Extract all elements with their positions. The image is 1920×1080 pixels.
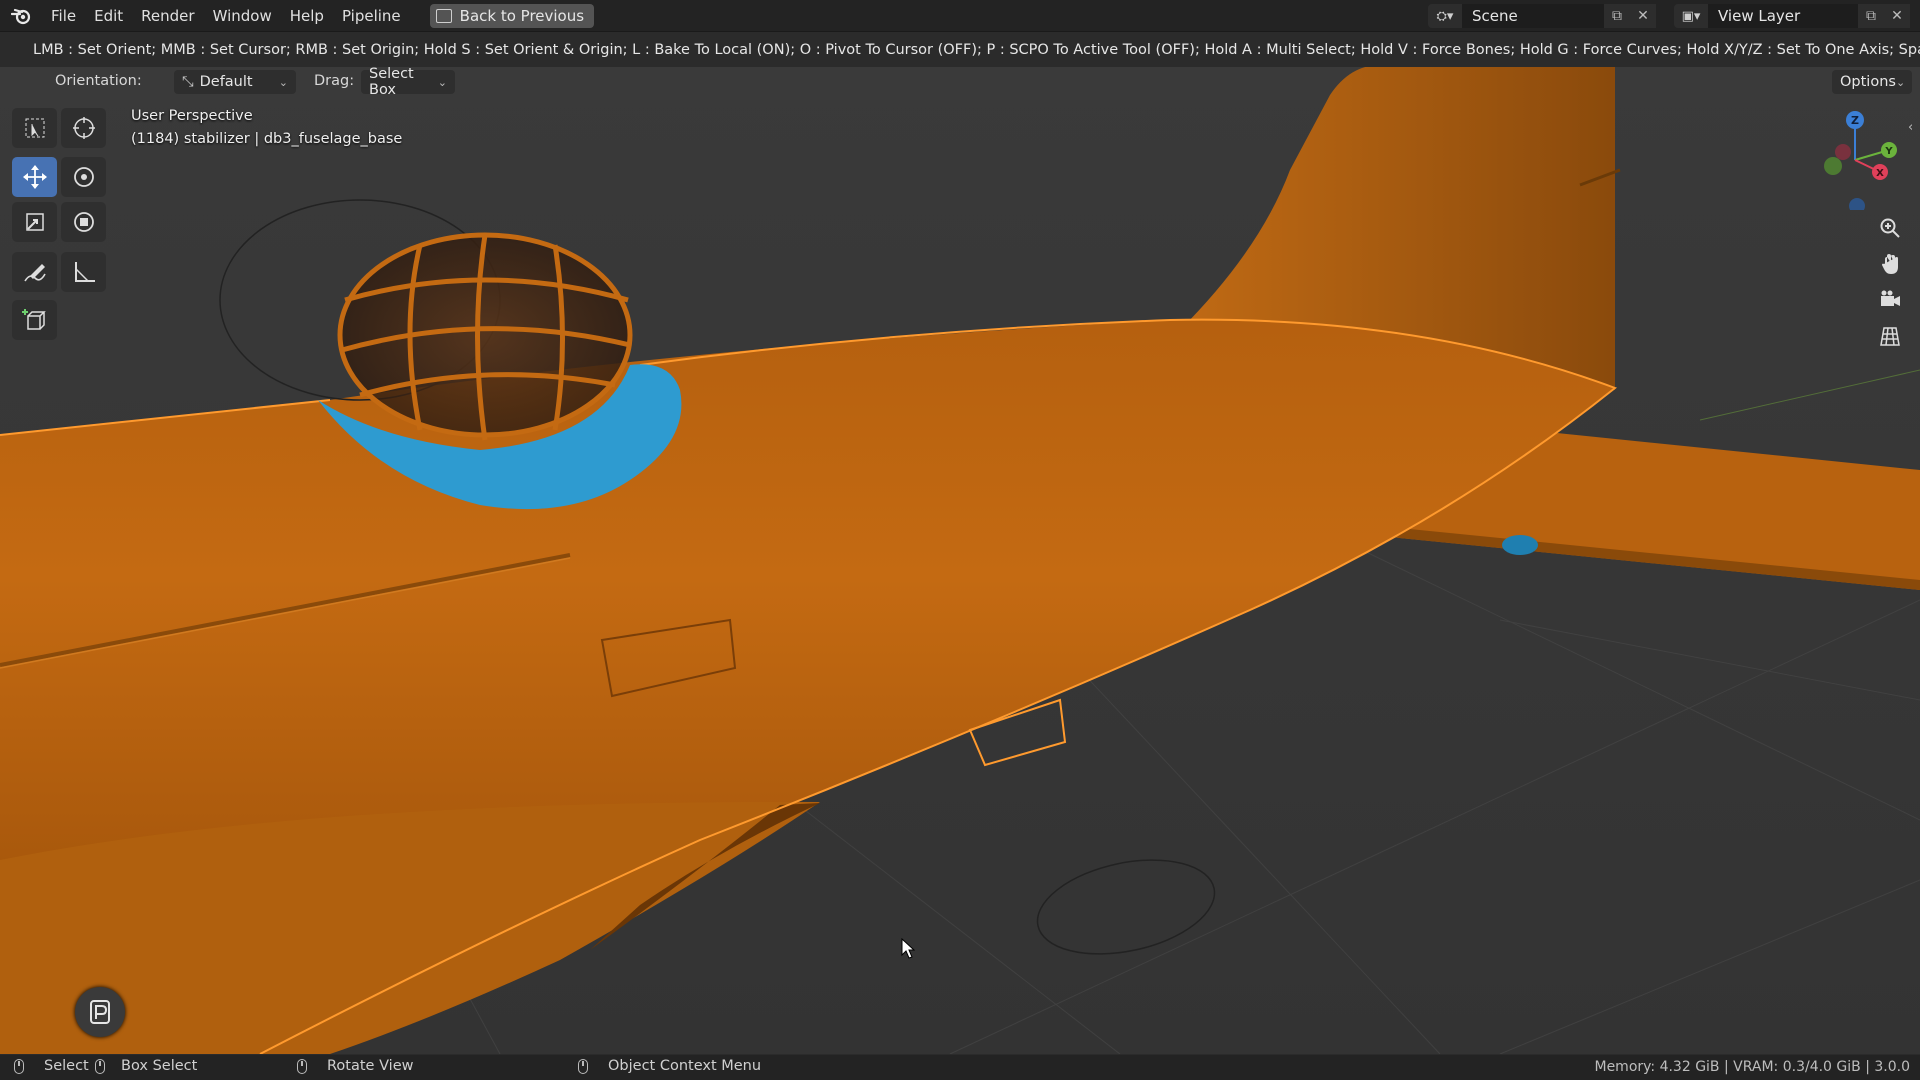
- zoom-view-icon[interactable]: [1874, 212, 1906, 244]
- pan-view-icon[interactable]: [1874, 248, 1906, 280]
- gizmo-neg-z[interactable]: [1849, 198, 1865, 210]
- blender-logo-icon[interactable]: [10, 5, 32, 27]
- tool-hints-text: LMB : Set Orient; MMB : Set Cursor; RMB …: [33, 41, 1920, 58]
- orientation-dropdown[interactable]: ⤡ Default ⌄: [174, 70, 296, 94]
- scene-browse-icon[interactable]: ⛭▾: [1428, 4, 1462, 28]
- cursor-tool[interactable]: [61, 108, 106, 148]
- scene-close-icon[interactable]: ✕: [1630, 4, 1656, 28]
- chevron-down-icon: ⌄: [278, 75, 288, 89]
- camera-view-icon[interactable]: [1874, 284, 1906, 316]
- back-to-previous-button[interactable]: Back to Previous: [429, 3, 595, 28]
- annotate-tool[interactable]: [12, 252, 57, 292]
- drag-dropdown[interactable]: Select Box ⌄: [361, 66, 455, 98]
- viewport-scene: [0, 32, 1920, 1054]
- gizmo-z-label: Z: [1851, 114, 1859, 127]
- orientation-label: Orientation:: [55, 73, 142, 89]
- add-cube-tool[interactable]: [12, 300, 57, 340]
- status-context-menu-label: Object Context Menu: [608, 1058, 762, 1074]
- chevron-down-icon: ⌄: [437, 75, 447, 89]
- p-icon: [90, 1000, 110, 1024]
- status-select: Select: [14, 1058, 89, 1074]
- orientation-axis-icon: ⤡: [182, 74, 194, 90]
- select-box-icon: [25, 118, 44, 138]
- sidebar-toggle-icon[interactable]: ‹: [1908, 120, 1913, 135]
- chevron-down-icon: ⌄: [1895, 75, 1906, 89]
- object-info-label: (1184) stabilizer | db3_fuselage_base: [131, 131, 403, 147]
- right-mouse-icon: [578, 1058, 588, 1074]
- top-menu-bar: File Edit Render Window Help Pipeline Ba…: [0, 0, 1920, 32]
- gizmo-y-label: Y: [1884, 146, 1893, 157]
- add-cube-icon: [21, 309, 46, 330]
- status-box-select: Box Select: [95, 1058, 197, 1074]
- memory-stats: Memory: 4.32 GiB | VRAM: 0.3/4.0 GiB | 3…: [1594, 1059, 1910, 1075]
- status-box-select-label: Box Select: [121, 1058, 198, 1074]
- transform-icon: [73, 212, 94, 232]
- menu-edit[interactable]: Edit: [85, 0, 132, 31]
- move-tool[interactable]: [12, 157, 57, 197]
- scene-selector: ⛭▾ Scene ⧉ ✕: [1428, 4, 1656, 28]
- move-icon: [22, 165, 47, 189]
- left-mouse-icon: [14, 1058, 24, 1074]
- menu-window[interactable]: Window: [204, 0, 281, 31]
- mouse-cursor-icon: [901, 938, 915, 959]
- view-name-label: User Perspective: [131, 108, 253, 124]
- menu-render[interactable]: Render: [132, 0, 203, 31]
- transform-tool[interactable]: [61, 202, 106, 242]
- perspective-toggle-icon[interactable]: [1874, 320, 1906, 352]
- 3d-viewport[interactable]: User Perspective (1184) stabilizer | db3…: [0, 32, 1920, 1054]
- drag-value: Select Box: [369, 66, 414, 98]
- view-layer-new-icon[interactable]: ⧉: [1858, 4, 1884, 28]
- options-label: Options: [1840, 74, 1896, 90]
- gizmo-neg-x[interactable]: [1835, 144, 1851, 160]
- status-bar: Select Box Select Rotate View Object Con…: [0, 1055, 1920, 1080]
- gizmo-neg-y[interactable]: [1824, 157, 1842, 175]
- scene-new-icon[interactable]: ⧉: [1604, 4, 1630, 28]
- view-layer-selector: ▣▾ View Layer ⧉ ✕: [1674, 4, 1910, 28]
- scale-tool[interactable]: [12, 202, 57, 242]
- status-context-menu: Object Context Menu: [578, 1058, 761, 1074]
- options-dropdown[interactable]: Options ⌄: [1832, 70, 1912, 94]
- measure-icon: [74, 262, 95, 282]
- tool-hints-bar: LMB : Set Orient; MMB : Set Cursor; RMB …: [0, 32, 1920, 67]
- status-select-label: Select: [44, 1058, 89, 1074]
- middle-mouse-icon: [297, 1058, 307, 1074]
- view-layer-close-icon[interactable]: ✕: [1884, 4, 1910, 28]
- rotate-icon: [73, 167, 94, 187]
- scene-name-field[interactable]: Scene: [1462, 4, 1604, 28]
- drag-label: Drag:: [314, 73, 355, 89]
- menu-help[interactable]: Help: [281, 0, 333, 31]
- menu-file[interactable]: File: [42, 0, 85, 31]
- status-rotate-view-label: Rotate View: [327, 1058, 414, 1074]
- view-layer-name-field[interactable]: View Layer: [1708, 4, 1858, 28]
- view-layer-browse-icon[interactable]: ▣▾: [1674, 4, 1708, 28]
- back-icon: [435, 8, 452, 23]
- menu-pipeline[interactable]: Pipeline: [333, 0, 410, 31]
- measure-tool[interactable]: [61, 252, 106, 292]
- pie-menu-p-button[interactable]: [75, 987, 125, 1037]
- cursor-icon: [72, 117, 95, 139]
- orientation-value: Default: [199, 74, 253, 90]
- status-rotate-view: Rotate View: [297, 1058, 414, 1074]
- drag-mouse-icon: [95, 1058, 105, 1074]
- scale-icon: [25, 213, 44, 231]
- rotate-tool[interactable]: [61, 157, 106, 197]
- navigation-gizmo[interactable]: Z Y X: [1805, 110, 1905, 210]
- tool-header: Orientation: ⤡ Default ⌄ Drag: Select Bo…: [0, 66, 1920, 98]
- gizmo-x-label: X: [1876, 168, 1884, 179]
- annotate-icon: [23, 264, 46, 282]
- back-button-label: Back to Previous: [459, 6, 585, 25]
- select-box-tool[interactable]: [12, 108, 57, 148]
